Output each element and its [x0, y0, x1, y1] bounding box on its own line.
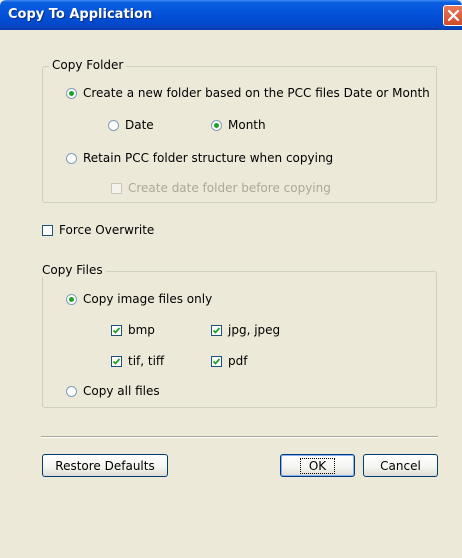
checkbox-empty-icon [42, 224, 53, 236]
radio-selected-icon [66, 87, 77, 99]
checkbox-jpg[interactable]: jpg, jpeg [211, 323, 280, 337]
close-icon [447, 9, 460, 22]
ok-button[interactable]: OK [280, 454, 355, 477]
cancel-button[interactable]: Cancel [363, 454, 438, 477]
checkbox-pdf[interactable]: pdf [211, 354, 247, 368]
radio-unselected-icon [66, 385, 77, 397]
checkmark-icon [211, 324, 222, 336]
checkbox-force-overwrite-label: Force Overwrite [59, 223, 155, 237]
radio-month[interactable]: Month [211, 118, 266, 132]
separator [41, 436, 438, 438]
checkbox-jpg-label: jpg, jpeg [228, 323, 281, 337]
checkbox-empty-icon [111, 182, 122, 194]
window-title: Copy To Application [8, 7, 153, 22]
radio-retain-structure[interactable]: Retain PCC folder structure when copying [66, 151, 333, 165]
checkbox-tif[interactable]: tif, tiff [111, 354, 164, 368]
checkbox-tif-label: tif, tiff [128, 354, 165, 368]
dialog-body: Copy Folder Create a new folder based on… [3, 30, 459, 555]
checkbox-force-overwrite[interactable]: Force Overwrite [42, 223, 154, 237]
checkbox-pdf-label: pdf [228, 354, 248, 368]
checkbox-date-folder-label: Create date folder before copying [128, 181, 331, 195]
radio-date-label: Date [125, 118, 154, 132]
checkmark-icon [111, 355, 122, 367]
checkmark-icon [211, 355, 222, 367]
title-bar[interactable]: Copy To Application [0, 0, 462, 30]
radio-retain-structure-label: Retain PCC folder structure when copying [83, 151, 334, 165]
radio-selected-icon [211, 119, 222, 131]
copy-folder-legend: Copy Folder [49, 58, 127, 72]
checkbox-bmp-label: bmp [128, 323, 155, 337]
radio-unselected-icon [108, 119, 119, 131]
ok-label: OK [299, 457, 336, 474]
copy-files-legend: Copy Files [39, 263, 106, 277]
radio-selected-icon [66, 293, 77, 305]
radio-date[interactable]: Date [108, 118, 154, 132]
radio-month-label: Month [228, 118, 266, 132]
radio-image-only-label: Copy image files only [83, 292, 213, 306]
checkbox-date-folder[interactable]: Create date folder before copying [111, 181, 331, 195]
radio-new-folder[interactable]: Create a new folder based on the PCC fil… [66, 86, 430, 100]
close-button[interactable] [443, 5, 462, 26]
cancel-label: Cancel [380, 458, 421, 473]
radio-image-only[interactable]: Copy image files only [66, 292, 212, 306]
restore-defaults-label: Restore Defaults [55, 458, 155, 473]
radio-unselected-icon [66, 152, 77, 164]
radio-new-folder-label: Create a new folder based on the PCC fil… [83, 86, 430, 100]
radio-all-files-label: Copy all files [83, 384, 160, 398]
radio-all-files[interactable]: Copy all files [66, 384, 160, 398]
checkbox-bmp[interactable]: bmp [111, 323, 155, 337]
restore-defaults-button[interactable]: Restore Defaults [42, 454, 168, 477]
checkmark-icon [111, 324, 122, 336]
